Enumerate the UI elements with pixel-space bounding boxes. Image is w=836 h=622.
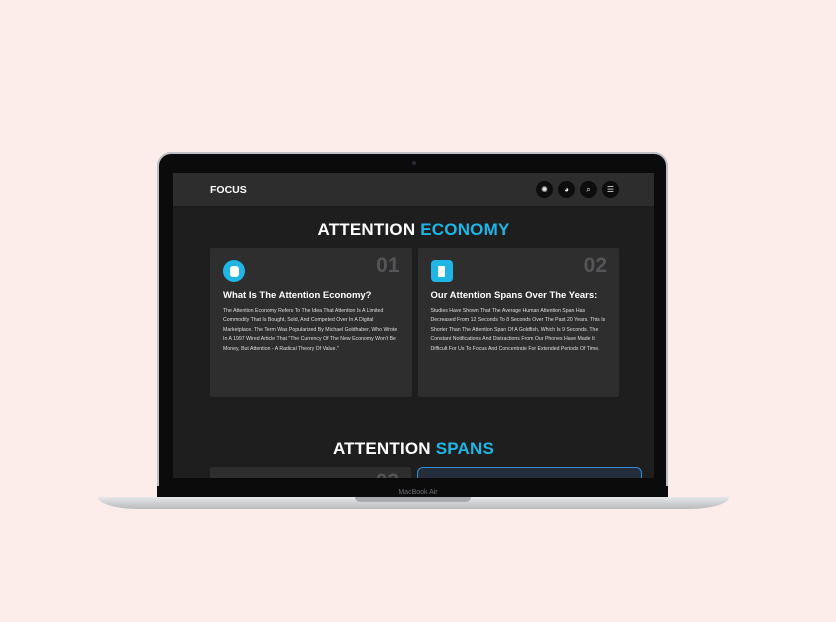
card-text: The Attention Economy Refers To The Idea…: [223, 307, 398, 352]
sun-icon[interactable]: ✺: [536, 181, 553, 198]
laptop-notch: [355, 497, 471, 502]
laptop-screen: FOCUS ✺ ◕ ⌕ ☰ ATTENTION ECONOMY 01 What …: [173, 173, 654, 478]
search-icon[interactable]: ⌕: [580, 181, 597, 198]
card-number: 03: [376, 470, 399, 478]
card-title: Our Attention Spans Over The Years:: [430, 290, 598, 301]
card-number: 01: [376, 254, 400, 277]
section-title-white: ATTENTION: [332, 439, 431, 458]
nav-icon-group: ✺ ◕ ⌕ ☰: [536, 181, 619, 198]
card-row-2: 03: [173, 467, 654, 478]
phone-icon: [430, 260, 453, 282]
card-number: 02: [583, 254, 607, 277]
info-card-peek: 03: [210, 467, 412, 478]
device-label: MacBook Air: [398, 489, 438, 496]
camera-dot: [412, 161, 416, 165]
info-card: 01 What Is The Attention Economy? The At…: [210, 248, 412, 397]
info-card: 02 Our Attention Spans Over The Years: S…: [417, 248, 619, 397]
palette-icon[interactable]: ◕: [558, 181, 575, 198]
site-logo[interactable]: FOCUS: [210, 184, 247, 196]
section-title-accent: ECONOMY: [420, 220, 510, 239]
highlighted-card-peek[interactable]: [417, 467, 642, 478]
section-title-white: ATTENTION: [317, 220, 416, 239]
brain-icon: [223, 260, 245, 282]
card-title: What Is The Attention Economy?: [223, 290, 372, 301]
section-title-accent: SPANS: [435, 439, 495, 458]
card-row: 01 What Is The Attention Economy? The At…: [173, 248, 654, 397]
card-text: Studies Have Shown That The Average Huma…: [430, 307, 606, 352]
laptop-lid: FOCUS ✺ ◕ ⌕ ☰ ATTENTION ECONOMY 01 What …: [157, 152, 668, 497]
section-title-spans: ATTENTION SPANS: [173, 439, 654, 459]
menu-icon[interactable]: ☰: [602, 181, 619, 198]
section-title-economy: ATTENTION ECONOMY: [173, 220, 654, 240]
navbar: FOCUS ✺ ◕ ⌕ ☰: [173, 173, 654, 206]
